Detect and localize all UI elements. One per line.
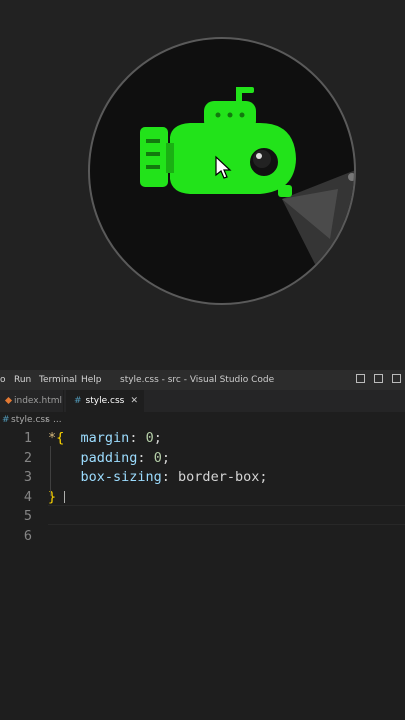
toggle-panel-icon[interactable] — [374, 374, 384, 383]
line-number: 6 — [23, 527, 32, 544]
code-token: : — [137, 449, 154, 466]
code-text: padding: 0; — [48, 448, 170, 468]
layout-controls — [350, 374, 401, 386]
code-line[interactable]: 4} — [0, 487, 405, 507]
close-icon[interactable]: ✕ — [130, 390, 138, 412]
html-file-icon — [4, 396, 13, 405]
line-number: 3 — [23, 469, 32, 485]
menu-item-help[interactable]: Help — [81, 375, 102, 385]
breadcrumb: # style.css › ... — [0, 412, 405, 428]
code-token: * — [48, 430, 57, 446]
tab-label: style.css — [85, 396, 125, 406]
code-text: box-sizing: border-box; — [48, 467, 268, 487]
code-line[interactable]: 2 padding: 0; — [0, 448, 405, 468]
menu-item-run[interactable]: Run — [14, 375, 31, 385]
code-token: margin — [80, 430, 130, 446]
code-text: *{ margin: 0; — [48, 428, 162, 448]
breadcrumb-file[interactable]: style.css — [11, 415, 50, 425]
code-line[interactable]: 1 *{ margin: 0; — [0, 428, 405, 448]
tab-label: index.html — [14, 396, 62, 406]
code-token: ; — [153, 430, 162, 446]
code-token: : — [129, 430, 146, 446]
css-file-icon: # — [74, 396, 82, 406]
preview-stage — [0, 0, 405, 370]
indent-guide — [50, 446, 51, 496]
breadcrumb-more[interactable]: ... — [53, 415, 62, 425]
menu-item-go[interactable]: o — [0, 375, 6, 385]
line-number: 1 — [23, 430, 32, 446]
porthole-circle — [88, 37, 356, 305]
tab-style-css[interactable]: # style.css ✕ — [66, 390, 144, 412]
code-token: 0 — [145, 430, 154, 446]
code-token: padding — [80, 449, 138, 466]
window-title: style.css - src - Visual Studio Code — [120, 375, 275, 385]
code-token: : border-box; — [161, 469, 268, 485]
line-number: 5 — [23, 508, 32, 524]
code-line[interactable]: 3 box-sizing: border-box; — [0, 467, 405, 487]
tab-bar: index.html # style.css ✕ — [0, 390, 405, 412]
code-token: 0 — [153, 449, 162, 466]
css-file-icon: # — [2, 415, 10, 425]
submarine-icon — [140, 87, 354, 303]
menu-item-terminal[interactable]: Terminal — [39, 375, 77, 385]
toggle-secondary-sidebar-icon[interactable] — [392, 374, 401, 383]
title-bar: o Run Terminal Help style.css - src - Vi… — [0, 370, 405, 390]
text-cursor — [64, 491, 65, 503]
code-line[interactable]: 6 — [0, 526, 405, 546]
breadcrumb-separator: › — [45, 415, 49, 425]
code-token: ; — [161, 449, 170, 466]
tab-index-html[interactable]: index.html — [0, 390, 64, 412]
current-line-highlight — [48, 505, 405, 525]
line-number: 2 — [23, 449, 32, 466]
toggle-sidebar-icon[interactable] — [356, 374, 366, 383]
line-number: 4 — [23, 488, 32, 505]
code-editor[interactable]: 1 *{ margin: 0; 2 padding: 0; 3 box-sizing:… — [0, 428, 405, 720]
code-token: box-sizing — [80, 469, 162, 485]
